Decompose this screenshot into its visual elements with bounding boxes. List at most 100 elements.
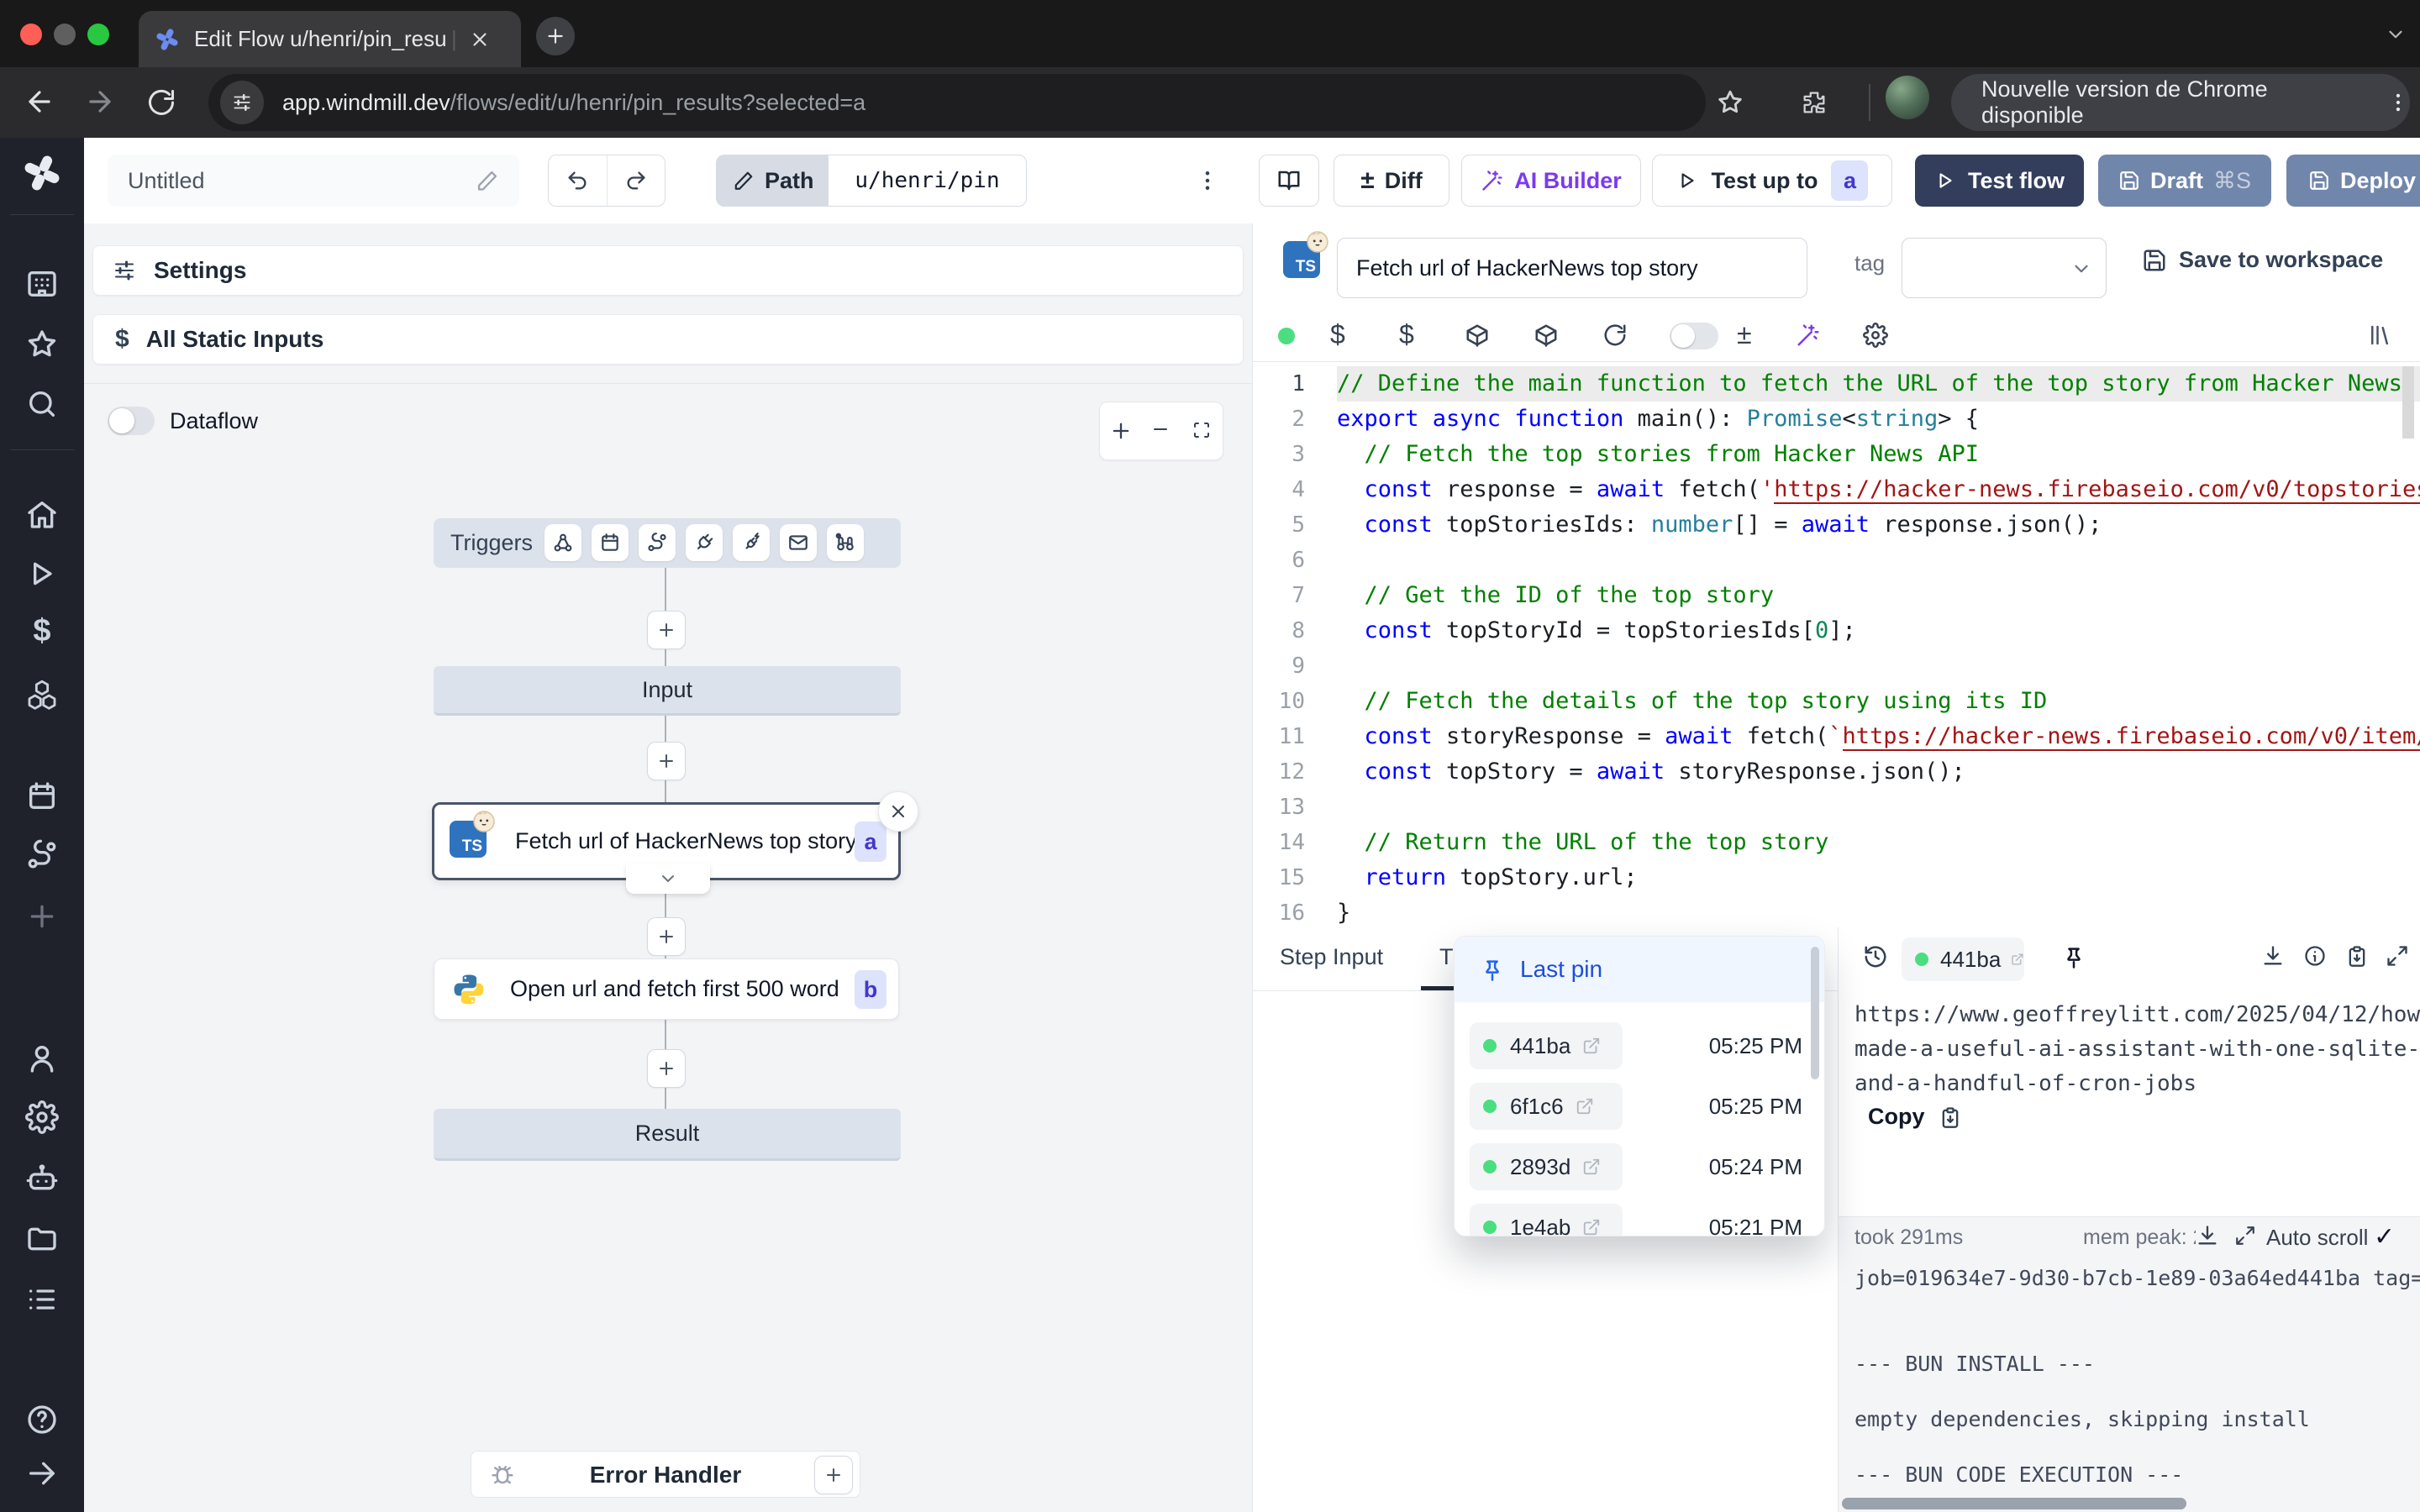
redo-button[interactable] [608, 155, 666, 206]
sidebar-item-variables-icon[interactable]: $ [25, 614, 59, 648]
code-line[interactable]: 5 const topStoriesIds: number[] = await … [1253, 507, 2420, 543]
sidebar-item-home-icon[interactable] [25, 497, 59, 531]
ai-builder-button[interactable]: AI Builder [1461, 155, 1641, 207]
remove-step-button[interactable] [878, 791, 918, 832]
dataflow-toggle[interactable] [108, 407, 155, 435]
code-line[interactable]: 12 const topStory = await storyResponse.… [1253, 754, 2420, 790]
reload-icon[interactable] [146, 87, 176, 118]
chrome-menu-kebab-icon[interactable] [2386, 91, 2410, 114]
test-flow-button[interactable]: Test flow [1915, 155, 2084, 207]
reload-script-icon[interactable] [1602, 323, 1628, 348]
code-line[interactable]: 3 // Fetch the top stories from Hacker N… [1253, 437, 2420, 472]
sidebar-item-folders-icon[interactable] [25, 1222, 59, 1256]
add-step-button[interactable] [647, 917, 686, 956]
minimize-window-button[interactable] [54, 24, 76, 45]
check-icon[interactable]: ✓ [2374, 1222, 2395, 1252]
sidebar-item-account-icon[interactable] [25, 1042, 59, 1075]
path-edit-button[interactable]: Path [716, 155, 828, 207]
schedule-trigger-button[interactable] [592, 524, 629, 561]
editor-vertical-scrollbar[interactable] [2402, 366, 2414, 438]
code-line[interactable]: 4 const response = await fetch('https://… [1253, 472, 2420, 507]
last-pin-option[interactable]: Last pin [1455, 937, 1824, 1002]
pin-history-item[interactable]: 2893d05:24 PM [1455, 1137, 1824, 1197]
save-to-workspace-button[interactable]: Save to workspace [2142, 247, 2383, 273]
pin-history-item[interactable]: 441ba05:25 PM [1455, 1016, 1824, 1076]
all-static-inputs-row[interactable]: $ All Static Inputs [92, 314, 1244, 365]
tab-step-input[interactable]: Step Input [1280, 944, 1383, 970]
external-link-icon[interactable] [1576, 1097, 1594, 1116]
ai-wand-icon[interactable] [1796, 323, 1821, 348]
sidebar-item-workspace-icon[interactable] [25, 267, 59, 301]
windmill-logo[interactable] [20, 151, 64, 195]
history-icon[interactable] [1863, 944, 1888, 969]
sidebar-item-favorites-icon[interactable] [25, 328, 59, 361]
code-line[interactable]: 16} [1253, 895, 2420, 931]
result-hash-chip[interactable]: 441ba [1902, 937, 2024, 981]
error-handler-node[interactable]: Error Handler [471, 1451, 860, 1498]
add-error-handler-button[interactable] [814, 1456, 853, 1494]
fit-view-icon[interactable] [1192, 420, 1213, 442]
editor-toggle[interactable] [1670, 323, 1718, 349]
step-node-b[interactable]: Open url and fetch first 500 words of ..… [434, 958, 899, 1020]
back-icon[interactable] [24, 86, 55, 118]
sidebar-item-search-icon[interactable] [25, 387, 59, 421]
code-line[interactable]: 13 [1253, 790, 2420, 825]
triggers-node[interactable]: Triggers [434, 518, 901, 568]
pin-icon[interactable] [2061, 944, 2086, 969]
extensions-puzzle-icon[interactable] [1800, 88, 1828, 117]
download-logs-icon[interactable] [2196, 1224, 2219, 1247]
external-link-icon[interactable] [1582, 1158, 1601, 1176]
close-tab-icon[interactable] [469, 29, 491, 50]
avatar[interactable] [1886, 76, 1929, 119]
sidebar-item-schedules-icon[interactable] [25, 780, 59, 813]
route-trigger-button[interactable] [639, 524, 676, 561]
add-step-button[interactable] [647, 1049, 686, 1088]
sidebar-item-add-icon[interactable] [25, 900, 59, 933]
kafka-trigger-button[interactable] [733, 524, 770, 561]
websocket-trigger-button[interactable] [686, 524, 723, 561]
code-line[interactable]: 14 // Return the URL of the top story [1253, 825, 2420, 860]
code-line[interactable]: 6 [1253, 543, 2420, 578]
sidebar-item-settings-icon[interactable] [25, 1100, 59, 1134]
site-settings-button[interactable] [220, 81, 264, 124]
package-lock-icon[interactable] [1534, 323, 1559, 348]
tag-select[interactable] [1902, 238, 2107, 298]
undo-button[interactable] [549, 155, 608, 206]
diff-button[interactable]: ± Diff [1334, 155, 1449, 207]
variables-icon[interactable]: $ [1330, 319, 1345, 350]
resources-icon[interactable]: $ [1399, 319, 1414, 350]
diff-mode-icon[interactable]: ± [1737, 319, 1752, 350]
chrome-update-chip[interactable]: Nouvelle version de Chrome disponible [1951, 74, 2410, 131]
sidebar-item-help-icon[interactable] [25, 1403, 59, 1436]
code-line[interactable]: 2export async function main(): Promise<s… [1253, 402, 2420, 437]
download-result-icon[interactable] [2261, 944, 2285, 968]
pin-hash-chip[interactable]: 1e4ab [1470, 1204, 1623, 1236]
close-window-button[interactable] [20, 24, 42, 45]
zoom-out-icon[interactable] [1150, 419, 1174, 443]
info-icon[interactable] [2303, 944, 2327, 968]
expand-logs-icon[interactable] [2234, 1225, 2256, 1247]
code-line[interactable]: 7 // Get the ID of the top story [1253, 578, 2420, 613]
result-node[interactable]: Result [434, 1109, 901, 1161]
webhook-trigger-button[interactable] [544, 524, 581, 561]
forward-icon[interactable] [84, 86, 116, 118]
dropdown-scrollbar[interactable] [1811, 947, 1819, 1079]
external-link-icon[interactable] [2011, 950, 2024, 969]
external-link-icon[interactable] [1582, 1218, 1601, 1236]
external-link-icon[interactable] [1582, 1037, 1601, 1055]
step-summary-input[interactable] [1337, 238, 1807, 298]
copy-button[interactable]: Copy [1868, 1104, 1962, 1130]
code-line[interactable]: 8 const topStoryId = topStoriesIds[0]; [1253, 613, 2420, 648]
sidebar-item-resources-icon[interactable] [25, 678, 59, 711]
pin-hash-chip[interactable]: 2893d [1470, 1143, 1623, 1190]
sidebar-item-flows-icon[interactable] [25, 838, 59, 872]
add-step-button[interactable] [647, 742, 686, 780]
zoom-window-button[interactable] [87, 24, 109, 45]
draft-button[interactable]: Draft ⌘S [2098, 155, 2271, 207]
new-tab-button[interactable] [536, 17, 575, 55]
test-up-to-button[interactable]: Test up to a [1652, 155, 1892, 207]
email-trigger-button[interactable] [780, 524, 817, 561]
poll-trigger-button[interactable] [827, 524, 864, 561]
code-line[interactable]: 9 [1253, 648, 2420, 684]
copy-result-icon[interactable] [2345, 944, 2369, 968]
